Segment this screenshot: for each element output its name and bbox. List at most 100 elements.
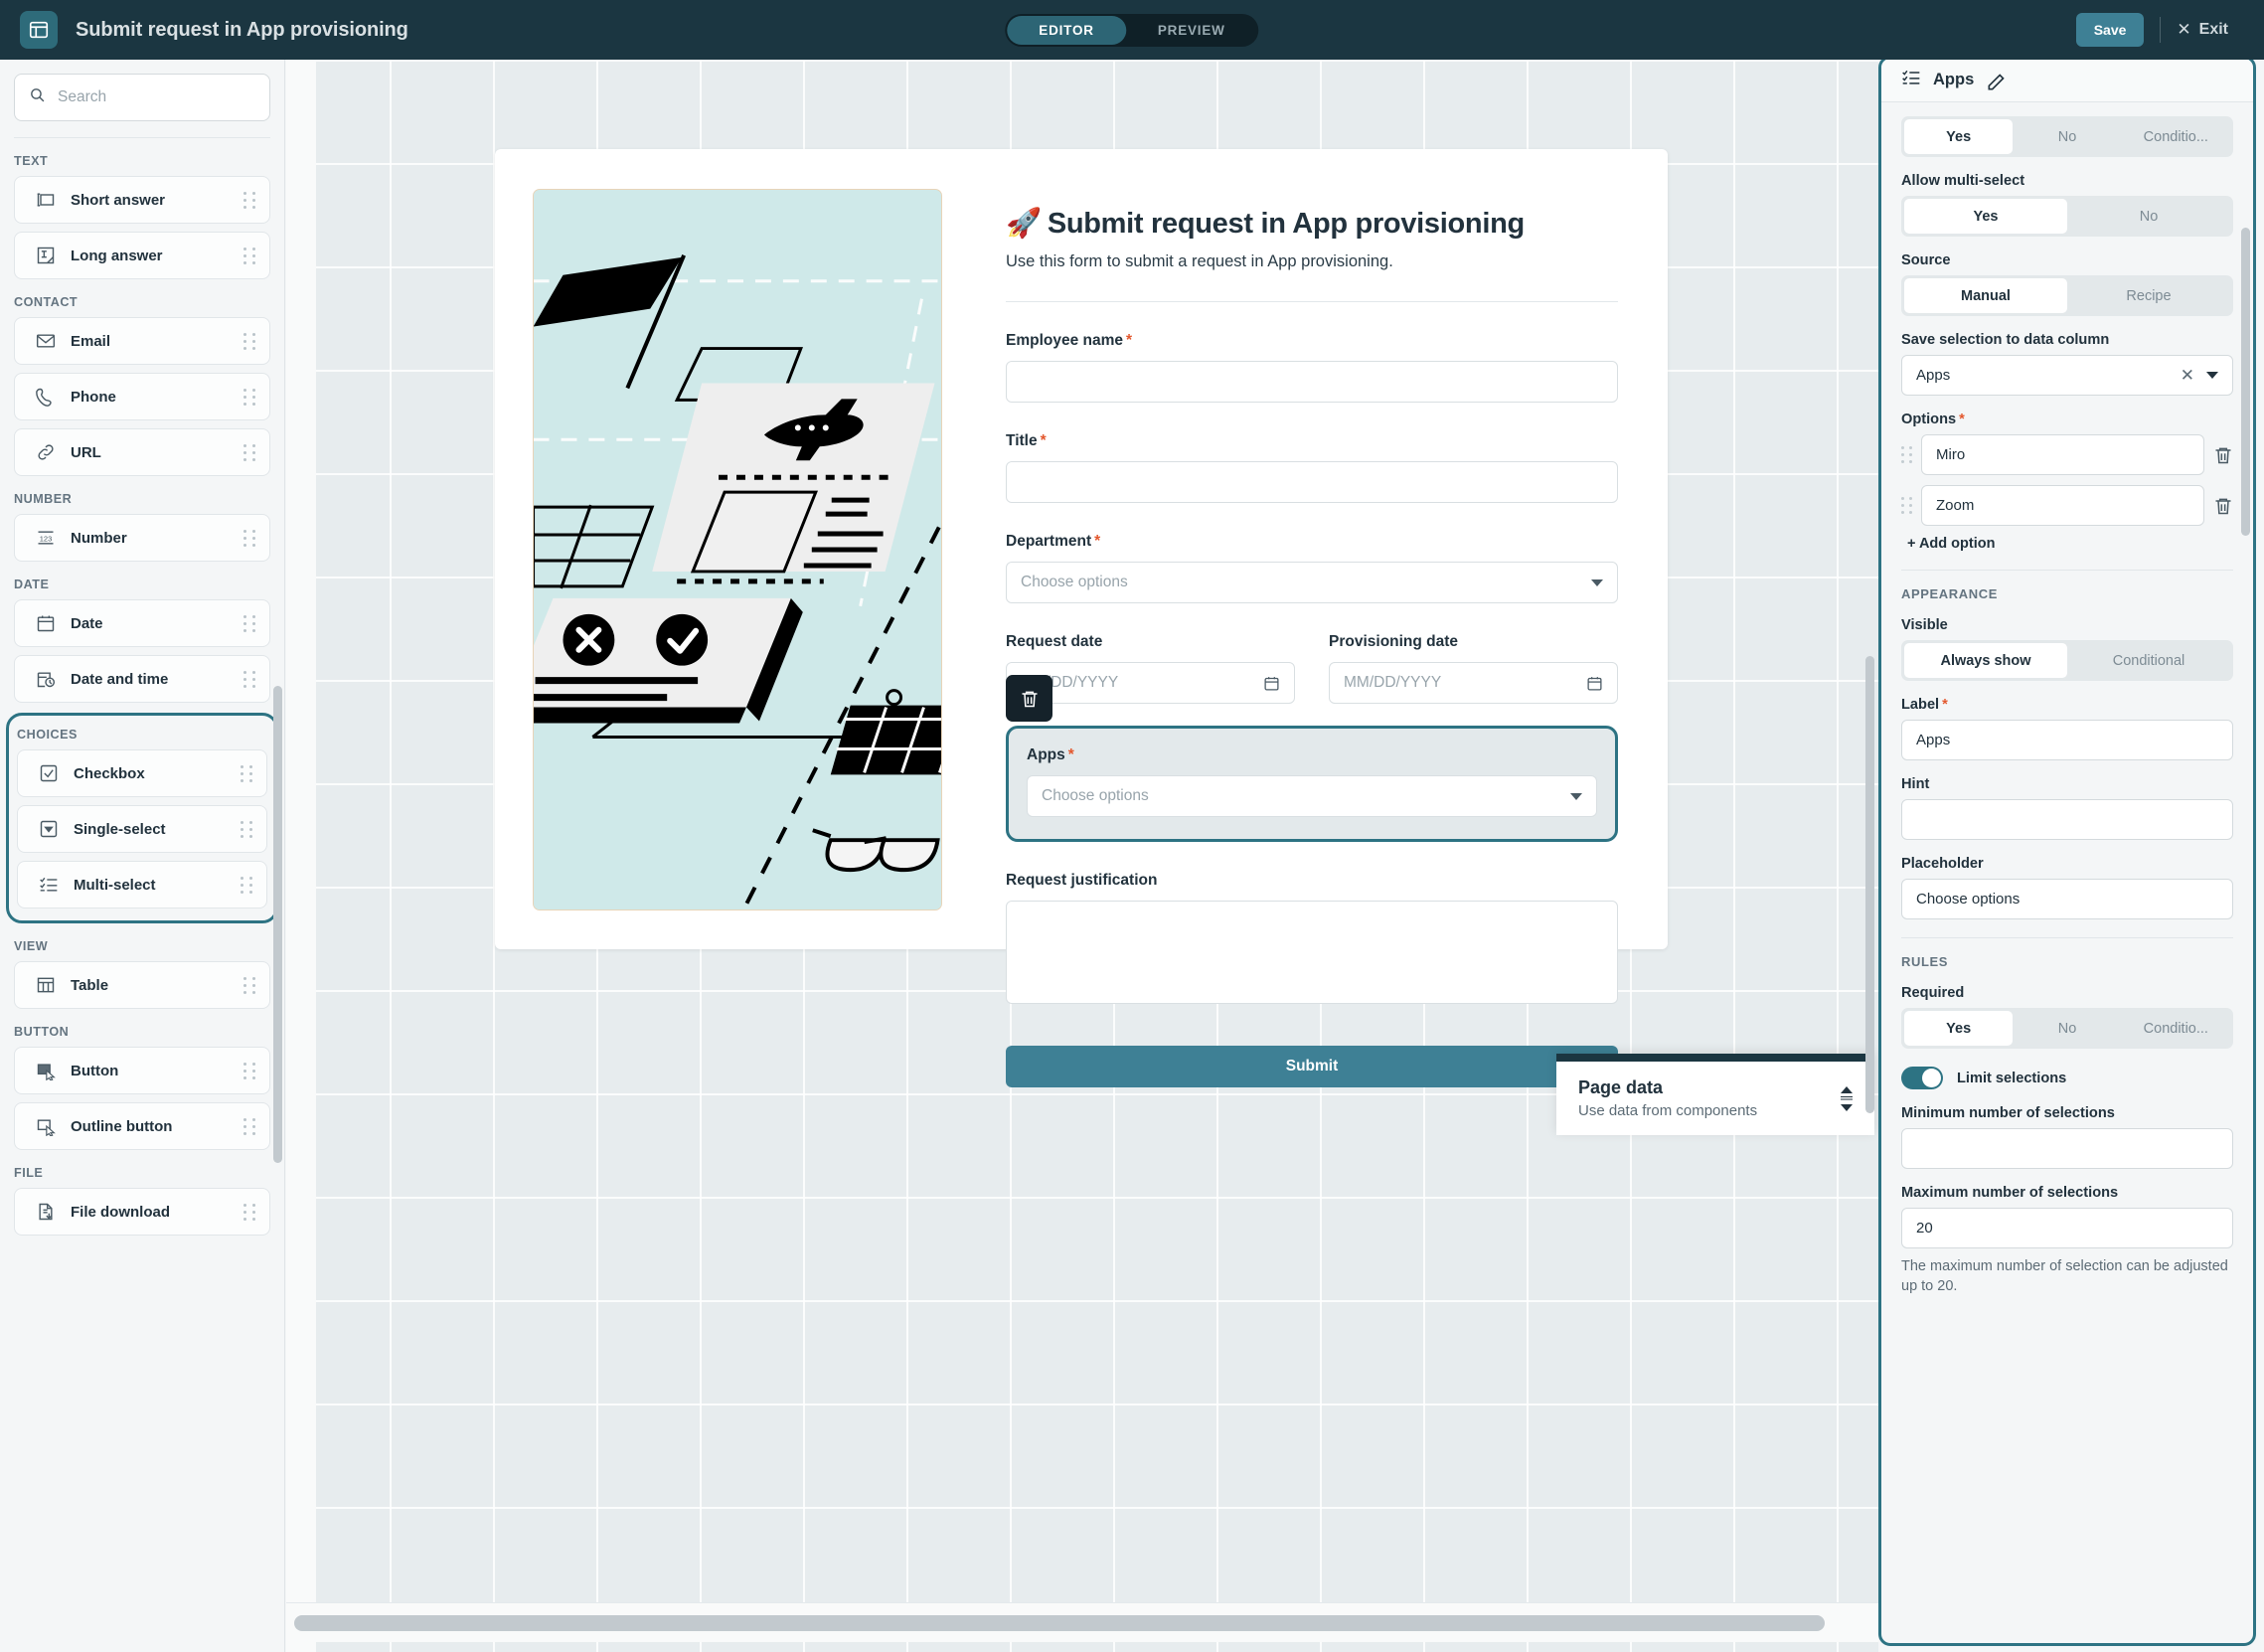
scrollbar-thumb[interactable]	[294, 1614, 1825, 1631]
group-title: VIEW	[14, 939, 49, 953]
segment-yes[interactable]: Yes	[1904, 199, 2067, 234]
component-item-email[interactable]: Email	[14, 317, 270, 365]
component-item-button[interactable]: Button	[14, 1047, 270, 1094]
component-item-outline-button[interactable]: Outline button	[14, 1102, 270, 1150]
component-item-label: Number	[71, 529, 127, 547]
drag-grip-icon[interactable]	[243, 332, 255, 350]
segment-no[interactable]: No	[2067, 199, 2230, 234]
page-data-widget[interactable]: Page data Use data from components	[1556, 1054, 1874, 1135]
tab-editor[interactable]: EDITOR	[1007, 15, 1126, 45]
segment-yes[interactable]: Yes	[1904, 1011, 2014, 1046]
properties-panel-scrollbar[interactable]	[2241, 228, 2250, 536]
request-justification-textarea[interactable]	[1006, 901, 1618, 1004]
drag-grip-icon[interactable]	[243, 1117, 255, 1135]
component-item-checkbox[interactable]: Checkbox	[17, 749, 267, 797]
drag-grip-icon[interactable]	[243, 388, 255, 406]
link-icon	[35, 441, 57, 463]
calendar-icon[interactable]	[1263, 675, 1280, 692]
component-item-single-select[interactable]: Single-select	[17, 805, 267, 853]
allow-multi-select-label: Allow multi-select	[1901, 173, 2025, 189]
search-box[interactable]	[14, 74, 270, 121]
segment-no[interactable]: No	[2013, 119, 2121, 154]
submit-button[interactable]: Submit	[1006, 1046, 1618, 1087]
employee-name-input[interactable]	[1006, 361, 1618, 403]
calendar-icon[interactable]	[1586, 675, 1603, 692]
canvas-vertical-scrollbar[interactable]	[1865, 656, 1874, 1113]
drag-grip-icon[interactable]	[243, 1062, 255, 1079]
minimum-selections-input[interactable]	[1901, 1128, 2233, 1169]
component-item-date[interactable]: Date	[14, 599, 270, 647]
segment-yes[interactable]: Yes	[1904, 119, 2014, 154]
field-apps-selected[interactable]: Apps * Choose options	[1006, 675, 1618, 842]
canvas-horizontal-scrollbar[interactable]	[286, 1602, 1878, 1642]
drag-grip-icon[interactable]	[1901, 497, 1912, 514]
trash-icon[interactable]	[2213, 496, 2233, 516]
drag-grip-icon[interactable]	[243, 614, 255, 632]
component-item-multi-select[interactable]: Multi-select	[17, 861, 267, 909]
drag-grip-icon[interactable]	[241, 820, 252, 838]
drag-grip-icon[interactable]	[241, 876, 252, 894]
component-item-file-download[interactable]: File download	[14, 1188, 270, 1236]
visible-control[interactable]: Always show Conditional	[1901, 640, 2233, 681]
segment-recipe[interactable]: Recipe	[2067, 278, 2230, 313]
search-input[interactable]	[56, 87, 255, 107]
drag-grip-icon[interactable]	[243, 191, 255, 209]
component-item-short-answer[interactable]: Short answer	[14, 176, 270, 224]
limit-selections-toggle[interactable]	[1901, 1067, 1943, 1089]
exit-button[interactable]: ✕ Exit	[2177, 20, 2240, 40]
apps-select[interactable]: Choose options	[1027, 775, 1597, 817]
group-title: NUMBER	[14, 492, 73, 506]
pencil-icon[interactable]	[1986, 73, 2005, 89]
segment-manual[interactable]: Manual	[1904, 278, 2067, 313]
trash-icon[interactable]	[2213, 445, 2233, 465]
field-label: Employee name *	[1006, 332, 1133, 349]
drag-grip-icon[interactable]	[243, 1203, 255, 1221]
options-label: Options *	[1901, 412, 1965, 427]
component-item-url[interactable]: URL	[14, 428, 270, 476]
segment-conditional[interactable]: Conditio...	[2122, 1011, 2230, 1046]
department-select[interactable]: Choose options	[1006, 562, 1618, 603]
component-item-long-answer[interactable]: Long answer	[14, 232, 270, 279]
drag-grip-icon[interactable]	[243, 976, 255, 994]
source-control[interactable]: Manual Recipe	[1901, 275, 2233, 316]
placeholder-field-input[interactable]: Choose options	[1901, 879, 2233, 919]
provisioning-date-input[interactable]: MM/DD/YYYY	[1329, 662, 1618, 704]
hint-field-input[interactable]	[1901, 799, 2233, 840]
drag-grip-icon[interactable]	[243, 247, 255, 264]
component-item-phone[interactable]: Phone	[14, 373, 270, 420]
data-column-select[interactable]: Apps ✕	[1901, 355, 2233, 396]
component-item-number[interactable]: 123 Number	[14, 514, 270, 562]
page-data-subtitle: Use data from components	[1578, 1102, 1758, 1119]
component-item-date-and-time[interactable]: Date and time	[14, 655, 270, 703]
segment-conditional[interactable]: Conditio...	[2122, 119, 2230, 154]
drag-grip-icon[interactable]	[241, 764, 252, 782]
drag-grip-icon[interactable]	[243, 670, 255, 688]
title-input[interactable]	[1006, 461, 1618, 503]
save-button[interactable]: Save	[2075, 13, 2145, 47]
segment-no[interactable]: No	[2013, 1011, 2121, 1046]
drag-grip-icon[interactable]	[243, 529, 255, 547]
drag-grip-icon[interactable]	[243, 443, 255, 461]
mode-switch[interactable]: EDITOR PREVIEW	[1005, 13, 1259, 47]
component-item-table[interactable]: Table	[14, 961, 270, 1009]
add-option-button[interactable]: + Add option	[1907, 536, 2233, 552]
tab-preview[interactable]: PREVIEW	[1126, 16, 1257, 45]
drag-grip-icon[interactable]	[1901, 446, 1912, 463]
close-icon[interactable]: ✕	[2181, 366, 2194, 386]
left-panel-scrollbar[interactable]	[273, 686, 282, 1163]
maximum-selections-input[interactable]: 20	[1901, 1208, 2233, 1248]
component-group-number: NUMBER 123 Number	[0, 492, 284, 562]
delete-component-button[interactable]	[1006, 675, 1052, 722]
option-input[interactable]: Zoom	[1921, 485, 2204, 526]
required-control[interactable]: Yes No Conditio...	[1901, 1008, 2233, 1049]
segment-always-show[interactable]: Always show	[1904, 643, 2067, 678]
option-input[interactable]: Miro	[1921, 434, 2204, 475]
component-group-file: FILE File download	[0, 1166, 284, 1236]
segment-conditional[interactable]: Conditional	[2067, 643, 2230, 678]
enabled-segmented-control[interactable]: Yes No Conditio...	[1901, 116, 2233, 157]
page-data-text: Page data Use data from components	[1578, 1077, 1757, 1119]
label-field-input[interactable]: Apps	[1901, 720, 2233, 760]
required-marker: *	[1067, 746, 1074, 763]
resize-handle-icon[interactable]	[1841, 1085, 1853, 1111]
allow-multi-select-control[interactable]: Yes No	[1901, 196, 2233, 237]
